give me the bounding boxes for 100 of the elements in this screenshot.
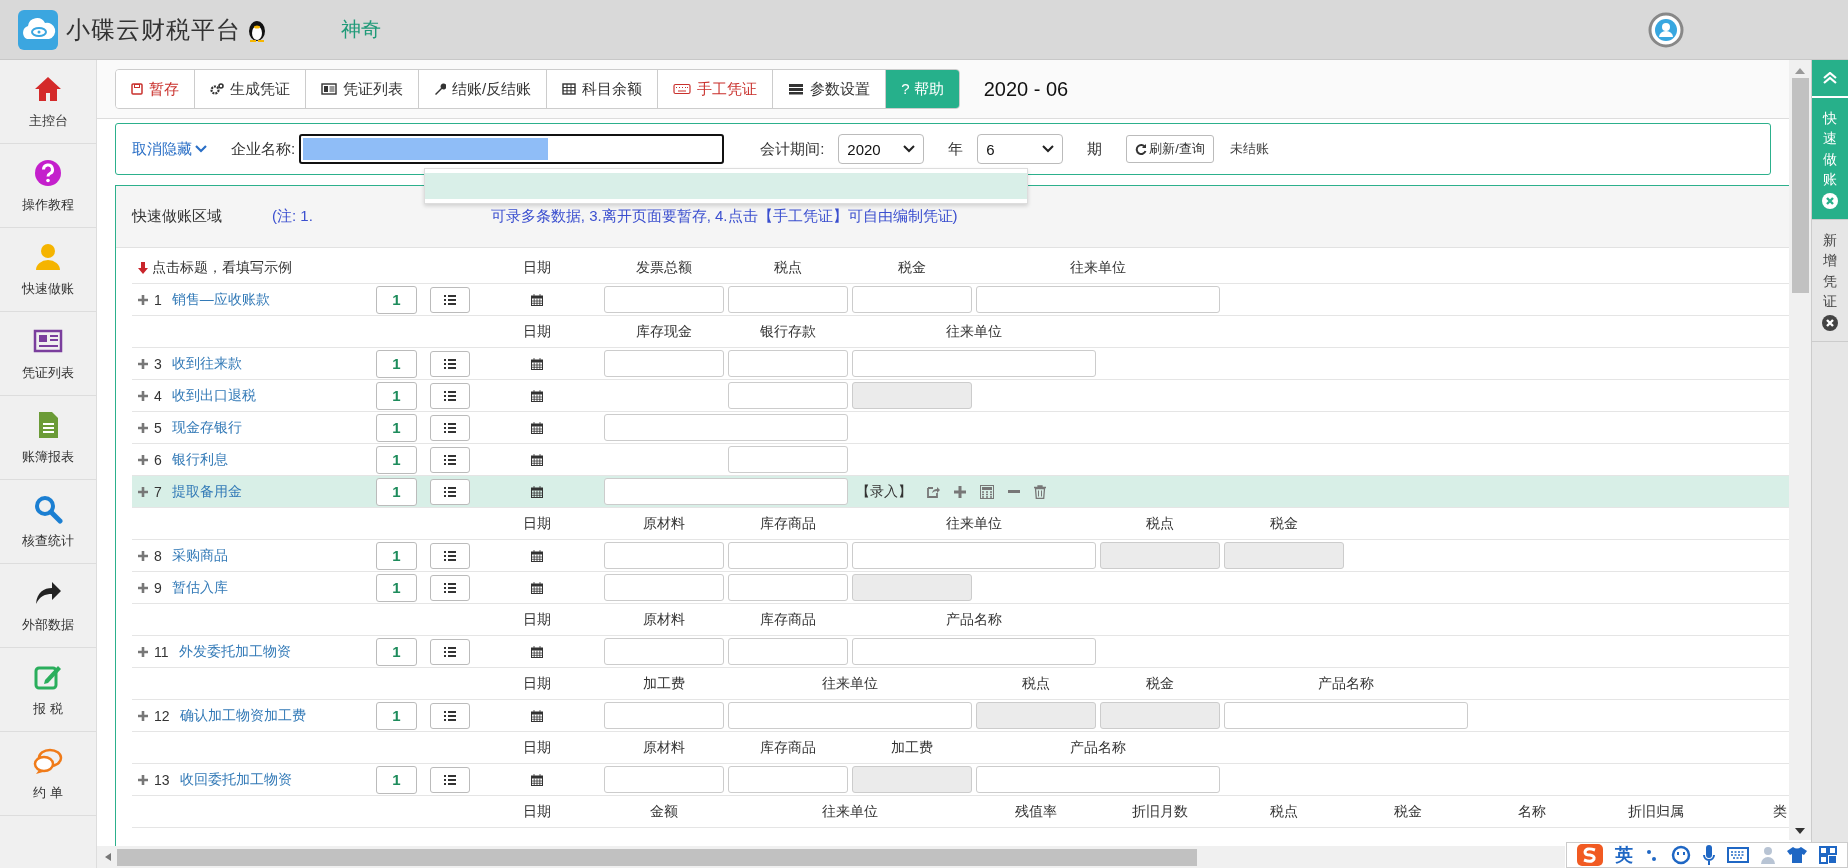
amount-field[interactable] — [604, 542, 724, 569]
text-field[interactable] — [1224, 702, 1468, 729]
grid-icon[interactable] — [1819, 846, 1837, 864]
refresh-button[interactable]: 刷新/查询 — [1126, 135, 1214, 163]
period-select[interactable]: 6 — [977, 134, 1064, 164]
text-field[interactable] — [604, 478, 848, 505]
list-button[interactable] — [430, 766, 470, 793]
scroll-left-icon[interactable] — [105, 853, 111, 861]
calendar-icon[interactable] — [531, 485, 543, 498]
ime-mode[interactable]: 英 — [1615, 843, 1633, 867]
user-avatar-icon[interactable] — [1648, 11, 1684, 48]
side-tab[interactable]: 新增凭证 — [1812, 220, 1848, 343]
amount-field[interactable] — [728, 286, 848, 313]
collapse-button[interactable] — [1812, 60, 1848, 98]
horizontal-scrollbar[interactable] — [97, 846, 1565, 868]
plus-icon[interactable] — [138, 358, 148, 369]
entry-row[interactable]: 13 收回委托加工物资 1 — [132, 764, 1789, 796]
text-field[interactable] — [976, 286, 1220, 313]
calendar-icon[interactable] — [531, 357, 543, 370]
plus-icon[interactable] — [138, 422, 148, 433]
entry-type-link[interactable]: 银行利息 — [171, 450, 228, 469]
company-input[interactable] — [299, 134, 725, 164]
entry-type-link[interactable]: 收到往来款 — [171, 354, 242, 373]
microphone-icon[interactable] — [1703, 845, 1715, 865]
entry-row[interactable]: 3 收到往来款 1 — [132, 348, 1789, 380]
entry-row[interactable]: 12 确认加工物资加工费 1 — [132, 700, 1789, 732]
amount-field[interactable] — [604, 574, 724, 601]
text-field[interactable] — [976, 766, 1220, 793]
count-field[interactable]: 1 — [376, 445, 417, 474]
toolbar-button[interactable]: 生成凭证 — [195, 70, 306, 108]
calendar-icon[interactable] — [531, 549, 543, 562]
toolbar-button[interactable]: 手工凭证 — [658, 70, 774, 108]
entry-type-link[interactable]: 销售—应收账款 — [171, 290, 270, 309]
list-button[interactable] — [430, 382, 470, 409]
entry-row[interactable]: 5 现金存银行 1 — [132, 412, 1789, 444]
plus-icon[interactable] — [138, 454, 148, 465]
count-field[interactable]: 1 — [376, 413, 417, 442]
count-field[interactable]: 1 — [376, 349, 417, 378]
calendar-icon[interactable] — [531, 709, 543, 722]
smiley-icon[interactable] — [1671, 845, 1691, 865]
year-select[interactable]: 2020 — [838, 134, 925, 164]
entry-type-link[interactable]: 提取备用金 — [171, 482, 242, 501]
calendar-icon[interactable] — [531, 581, 543, 594]
count-field[interactable]: 1 — [376, 285, 417, 314]
sidebar-item[interactable]: 报 税 — [0, 648, 96, 732]
vertical-scrollbar[interactable] — [1789, 60, 1811, 840]
calendar-icon[interactable] — [531, 421, 543, 434]
text-field[interactable] — [728, 702, 972, 729]
text-field[interactable] — [852, 542, 1096, 569]
entry-row[interactable]: 4 收到出口退税 1 — [132, 380, 1789, 412]
entry-row[interactable]: 8 采购商品 1 — [132, 540, 1789, 572]
entry-row[interactable]: 1 销售—应收账款 1 — [132, 284, 1789, 316]
count-field[interactable]: 1 — [376, 477, 417, 506]
count-field[interactable]: 1 — [376, 573, 417, 602]
toolbar-button[interactable]: 参数设置 — [773, 70, 887, 108]
entry-type-link[interactable]: 现金存银行 — [171, 418, 242, 437]
amount-field[interactable] — [604, 638, 724, 665]
list-button[interactable] — [430, 542, 470, 569]
entry-link[interactable]: 【录入】 — [856, 482, 912, 501]
entry-type-link[interactable]: 收回委托加工物资 — [179, 770, 292, 789]
entry-row[interactable]: 7 提取备用金 1 【录入】 — [132, 476, 1789, 508]
calendar-icon[interactable] — [531, 293, 543, 306]
plus-icon[interactable] — [138, 646, 148, 657]
count-field[interactable]: 1 — [376, 541, 417, 570]
punctuation-icon[interactable] — [1645, 848, 1659, 862]
count-field[interactable]: 1 — [376, 701, 417, 730]
text-field[interactable] — [852, 638, 1096, 665]
toolbar-button[interactable]: 科目余额 — [547, 70, 659, 108]
entry-type-link[interactable]: 暂估入库 — [171, 578, 228, 597]
count-field[interactable]: 1 — [376, 637, 417, 666]
count-field[interactable]: 1 — [376, 765, 417, 794]
list-button[interactable] — [430, 574, 470, 601]
plus-icon[interactable] — [954, 485, 966, 498]
show-hidden-link[interactable]: 取消隐藏 — [132, 139, 207, 159]
sidebar-item[interactable]: 快速做账 — [0, 228, 96, 312]
shirt-icon[interactable] — [1787, 847, 1807, 863]
list-button[interactable] — [430, 702, 470, 729]
text-field[interactable] — [852, 350, 1096, 377]
minus-icon[interactable] — [1008, 489, 1020, 494]
sidebar-item[interactable]: 凭证列表 — [0, 312, 96, 396]
sidebar-item[interactable]: 约 单 — [0, 732, 96, 816]
amount-field[interactable] — [728, 446, 848, 473]
amount-field[interactable] — [728, 350, 848, 377]
share-icon[interactable] — [926, 484, 940, 499]
scroll-thumb[interactable] — [117, 848, 1197, 866]
count-field[interactable]: 1 — [376, 381, 417, 410]
calendar-icon[interactable] — [531, 773, 543, 786]
amount-field[interactable] — [604, 702, 724, 729]
text-field[interactable] — [604, 414, 848, 441]
calendar-icon[interactable] — [531, 453, 543, 466]
list-button[interactable] — [430, 478, 470, 505]
sidebar-item[interactable]: 主控台 — [0, 60, 96, 144]
toolbar-button[interactable]: 暂存 — [116, 70, 195, 108]
plus-icon[interactable] — [138, 294, 148, 305]
entry-type-link[interactable]: 确认加工物资加工费 — [179, 706, 306, 725]
list-button[interactable] — [430, 414, 470, 441]
entry-type-link[interactable]: 采购商品 — [171, 546, 228, 565]
list-button[interactable] — [430, 286, 470, 313]
amount-field[interactable] — [728, 574, 848, 601]
plus-icon[interactable] — [138, 390, 148, 401]
